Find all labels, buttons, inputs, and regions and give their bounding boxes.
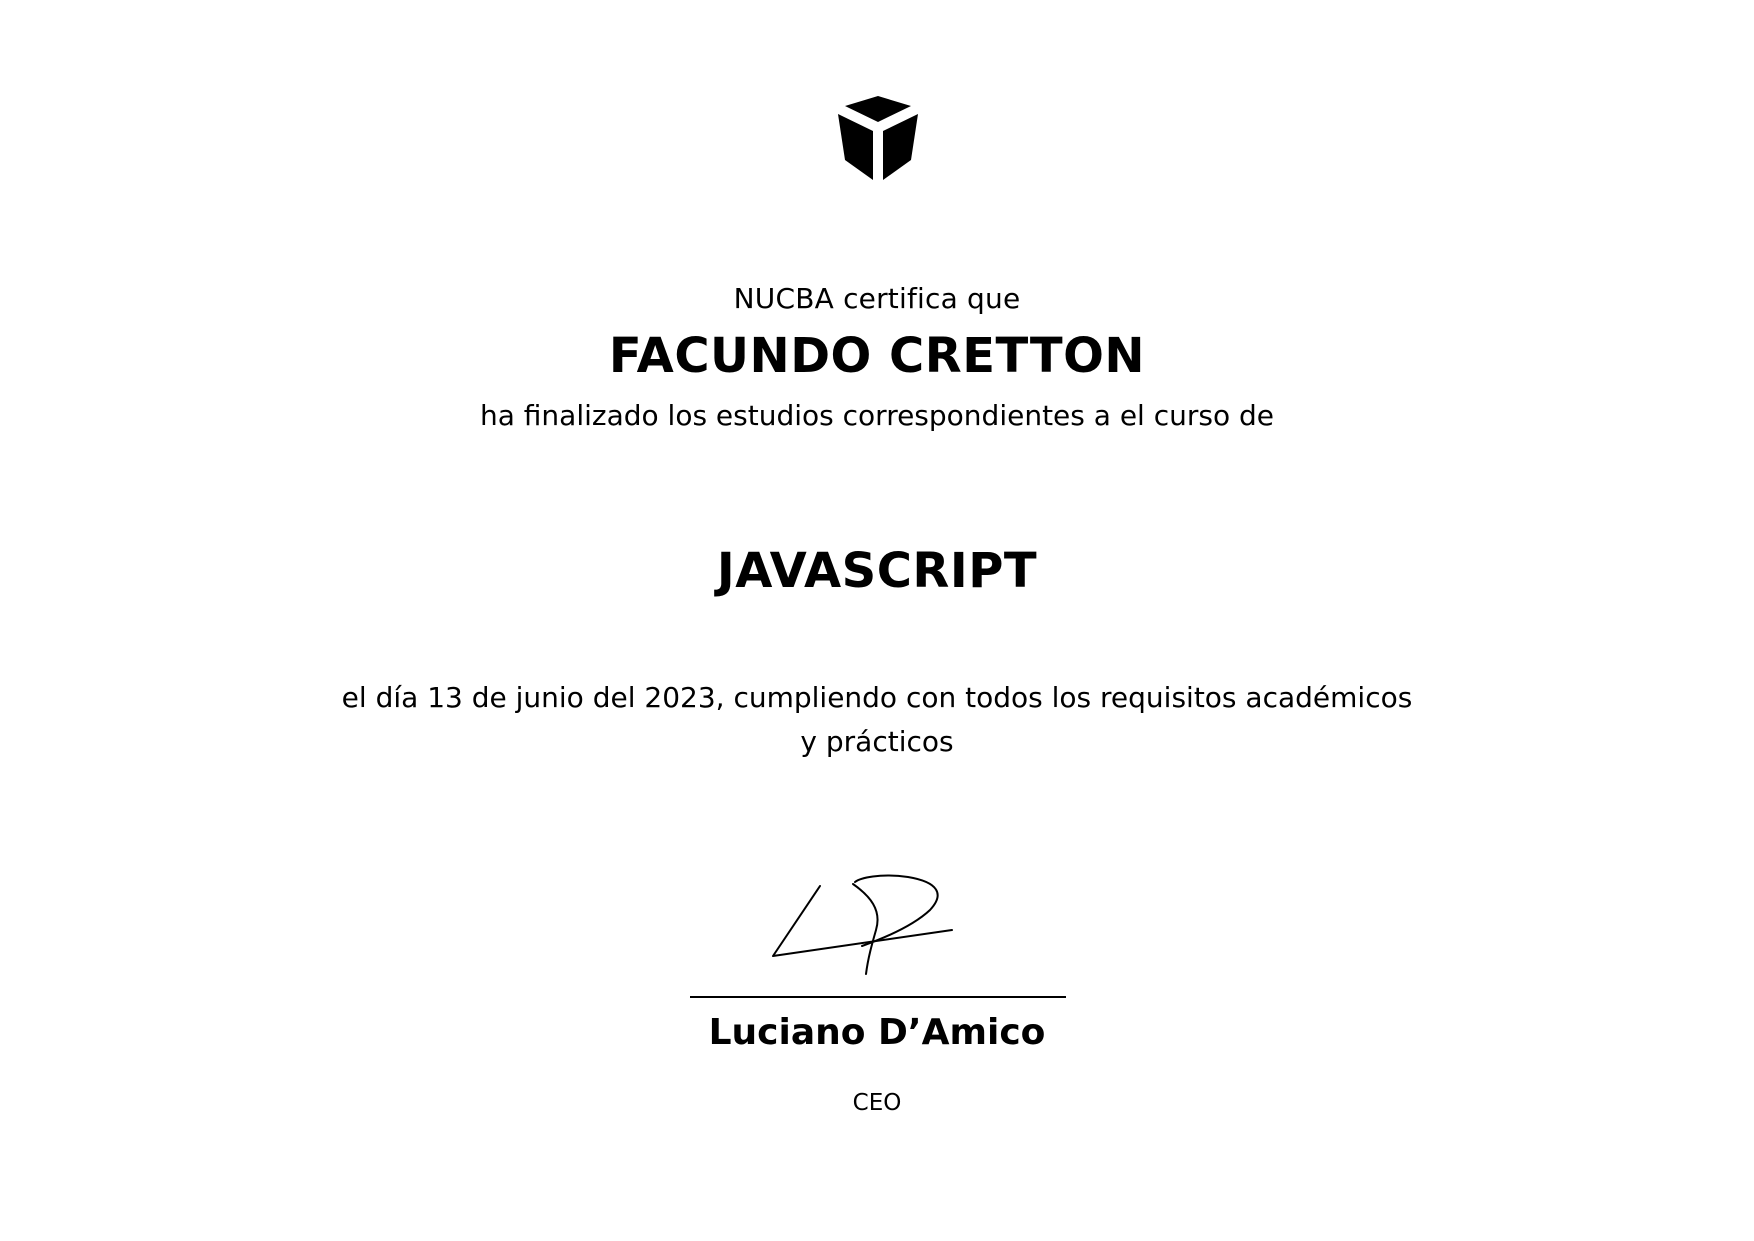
completion-statement: el día 13 de junio del 2023, cumpliendo … bbox=[0, 676, 1754, 764]
course-name: JAVASCRIPT bbox=[716, 543, 1038, 599]
signer-name: Luciano D’Amico bbox=[708, 1012, 1046, 1053]
signer-role: CEO bbox=[852, 1090, 902, 1116]
completion-line-1: el día 13 de junio del 2023, cumpliendo … bbox=[341, 681, 1413, 714]
student-name: FACUNDO CRETTON bbox=[608, 328, 1146, 384]
handwritten-signature bbox=[772, 874, 953, 975]
signature-line bbox=[690, 996, 1066, 998]
cube-logo-icon bbox=[838, 96, 918, 180]
completion-line-2: y prácticos bbox=[800, 725, 954, 758]
certificate-intro: NUCBA certifica que bbox=[733, 282, 1021, 315]
finished-text: ha finalizado los estudios correspondien… bbox=[479, 399, 1275, 432]
